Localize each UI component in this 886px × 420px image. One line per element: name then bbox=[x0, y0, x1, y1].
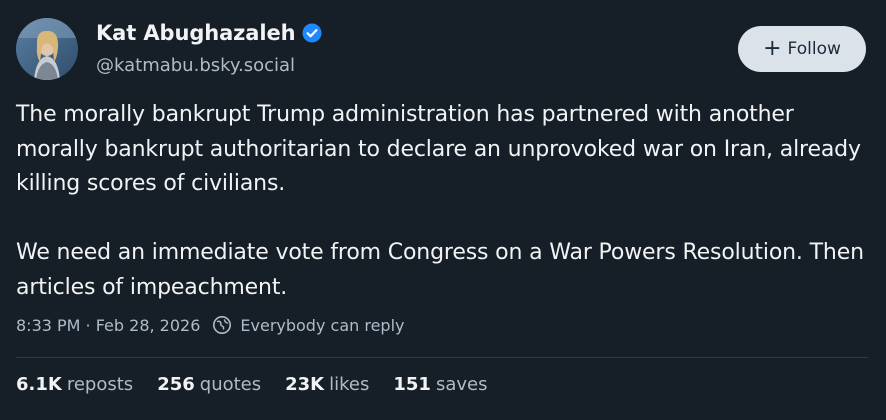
stat-count: 256 bbox=[157, 374, 195, 395]
stat-label: saves bbox=[435, 374, 488, 395]
post-paragraph: The morally bankrupt Trump administratio… bbox=[16, 102, 861, 196]
divider bbox=[16, 357, 868, 358]
author-handle[interactable]: @katmabu.bsky.social bbox=[96, 55, 295, 76]
stat-count: 23K bbox=[285, 374, 325, 395]
stat-likes[interactable]: 23K likes bbox=[285, 374, 369, 395]
follow-button[interactable]: + Follow bbox=[738, 26, 866, 72]
stat-label: likes bbox=[329, 374, 370, 395]
post-thread-view: Kat Abughazaleh @katmabu.bsky.social + F… bbox=[0, 0, 886, 420]
verified-check-icon bbox=[302, 23, 322, 43]
plus-icon: + bbox=[763, 36, 782, 61]
globe-reply-icon bbox=[212, 315, 232, 335]
reply-setting[interactable]: Everybody can reply bbox=[240, 316, 404, 335]
follow-button-label: Follow bbox=[787, 39, 841, 59]
engagement-stats: 6.1K reposts 256 quotes 23K likes 151 saves bbox=[16, 374, 511, 395]
stat-label: reposts bbox=[66, 374, 134, 395]
stat-count: 6.1K bbox=[16, 374, 62, 395]
profile-photo-icon bbox=[16, 18, 78, 80]
post-meta: 8:33 PM · Feb 28, 2026 Everybody can rep… bbox=[16, 315, 404, 335]
author-avatar[interactable] bbox=[16, 18, 78, 80]
stat-label: quotes bbox=[199, 374, 262, 395]
post-timestamp[interactable]: 8:33 PM · Feb 28, 2026 bbox=[16, 316, 200, 335]
stat-reposts[interactable]: 6.1K reposts bbox=[16, 374, 133, 395]
post-text: The morally bankrupt Trump administratio… bbox=[16, 98, 876, 305]
author-display-name[interactable]: Kat Abughazaleh bbox=[96, 21, 296, 45]
stat-quotes[interactable]: 256 quotes bbox=[157, 374, 261, 395]
stat-saves[interactable]: 151 saves bbox=[393, 374, 487, 395]
author-name-row: Kat Abughazaleh bbox=[96, 21, 322, 45]
stat-count: 151 bbox=[393, 374, 431, 395]
post-paragraph: We need an immediate vote from Congress … bbox=[16, 240, 864, 300]
